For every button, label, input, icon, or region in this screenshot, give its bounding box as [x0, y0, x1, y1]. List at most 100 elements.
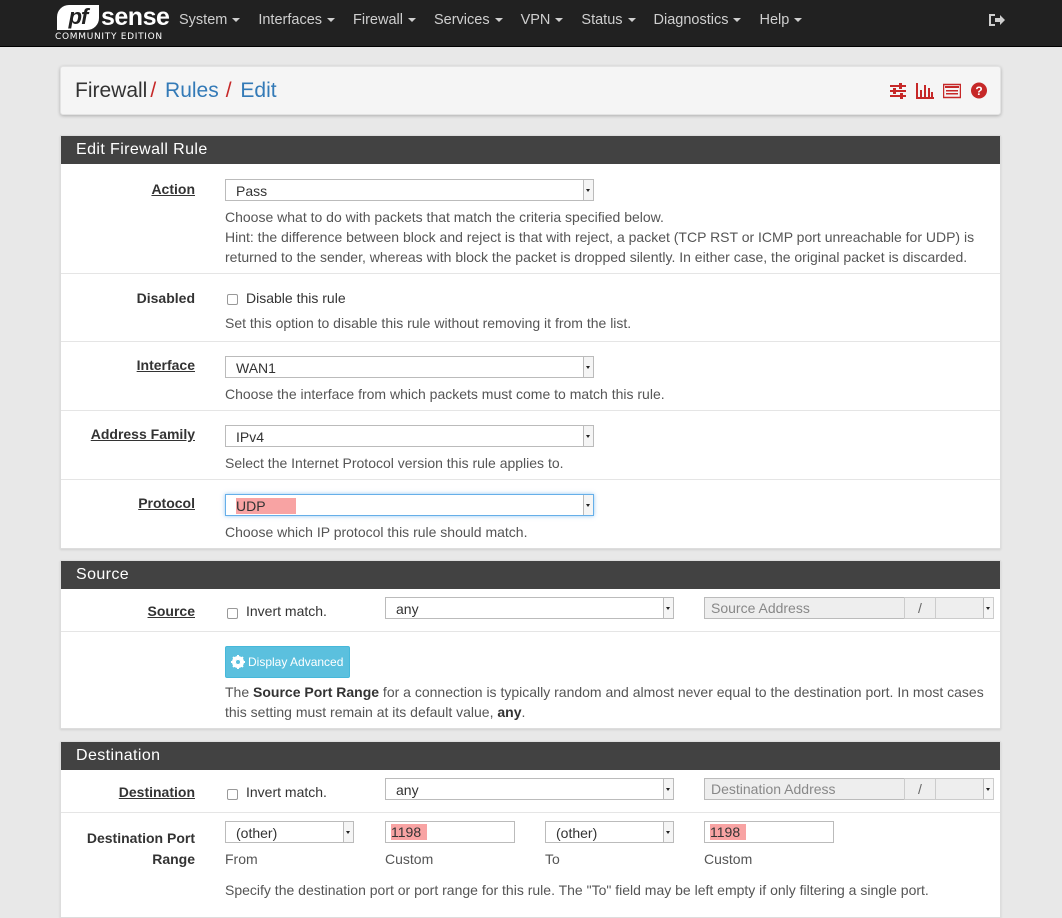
- source-slash: /: [904, 597, 936, 619]
- port-from-select[interactable]: (other): [225, 821, 354, 843]
- destination-port-help: Specify the destination port or port ran…: [225, 882, 929, 898]
- address-family-row: Address Family IPv4 Select the Internet …: [61, 411, 1000, 480]
- select-arrow-icon: [583, 357, 593, 377]
- question-circle-icon[interactable]: ?: [970, 82, 988, 99]
- destination-address-input[interactable]: Destination Address: [704, 778, 905, 800]
- source-panel: Source Source Invert match. any Source A…: [60, 560, 1001, 729]
- source-row: Source Invert match. any Source Address …: [61, 589, 1000, 632]
- source-advanced-row: Display Advanced The Source Port Range f…: [61, 632, 1000, 728]
- port-to-custom-sublabel: Custom: [704, 851, 753, 867]
- destination-type-select[interactable]: any: [385, 778, 674, 800]
- destination-port-range-label: Destination Port Range: [86, 830, 195, 867]
- source-mask-select[interactable]: [935, 597, 994, 619]
- disable-rule-checkbox[interactable]: [227, 294, 238, 305]
- panel-title: Edit Firewall Rule: [61, 136, 1000, 164]
- destination-label: Destination: [118, 784, 195, 800]
- port-from-custom-sublabel: Custom: [385, 851, 434, 867]
- list-icon[interactable]: [942, 82, 962, 99]
- port-from-custom-input[interactable]: 1198: [385, 821, 515, 843]
- menu-services[interactable]: Services: [425, 0, 512, 40]
- source-type-select[interactable]: any: [385, 597, 674, 619]
- protocol-label: Protocol: [138, 495, 195, 511]
- menu-help[interactable]: Help: [750, 0, 811, 40]
- caret-down-icon: [232, 18, 241, 23]
- protocol-help: Choose which IP protocol this rule shoul…: [225, 524, 528, 540]
- select-arrow-icon: [583, 426, 593, 446]
- destination-slash: /: [904, 778, 936, 800]
- action-row: Action Pass Choose what to do with packe…: [61, 164, 1000, 274]
- display-advanced-button[interactable]: Display Advanced: [225, 646, 350, 678]
- gear-icon: [231, 655, 245, 669]
- caret-down-icon: [407, 18, 416, 23]
- menu-status[interactable]: Status: [572, 0, 644, 40]
- disabled-label: Disabled: [136, 290, 195, 306]
- breadcrumb-edit-link[interactable]: Edit: [240, 79, 276, 102]
- source-invert-label[interactable]: Invert match.: [246, 603, 327, 619]
- source-address-input[interactable]: Source Address: [704, 597, 905, 619]
- menu-interfaces[interactable]: Interfaces: [249, 0, 344, 40]
- destination-invert-label[interactable]: Invert match.: [246, 784, 327, 800]
- caret-down-icon: [627, 18, 636, 23]
- protocol-select[interactable]: UDP: [225, 494, 594, 516]
- breadcrumb-separator: /: [150, 79, 157, 102]
- select-arrow-icon: [343, 822, 353, 842]
- edit-rule-panel: Edit Firewall Rule Action Pass Choose wh…: [60, 135, 1001, 549]
- caret-down-icon: [494, 18, 503, 23]
- interface-label: Interface: [136, 357, 195, 373]
- panel-title: Source: [61, 561, 1000, 589]
- interface-help: Choose the interface from which packets …: [225, 386, 665, 402]
- protocol-row: Protocol UDP Choose which IP protocol th…: [61, 480, 1000, 548]
- select-arrow-icon: [983, 598, 993, 618]
- main-menu: System Interfaces Firewall Services VPN …: [170, 0, 811, 40]
- interface-select[interactable]: WAN1: [225, 356, 594, 378]
- destination-mask-select[interactable]: [935, 778, 994, 800]
- address-family-help: Select the Internet Protocol version thi…: [225, 455, 564, 471]
- action-label: Action: [151, 181, 195, 197]
- source-invert-checkbox[interactable]: [227, 608, 238, 619]
- source-label: Source: [147, 603, 195, 619]
- menu-diagnostics[interactable]: Diagnostics: [645, 0, 751, 40]
- interface-row: Interface WAN1 Choose the interface from…: [61, 342, 1000, 411]
- menu-vpn[interactable]: VPN: [512, 0, 573, 40]
- logo-pf-mark: pf: [57, 5, 99, 30]
- disabled-help: Set this option to disable this rule wit…: [225, 315, 632, 331]
- select-arrow-icon: [663, 822, 673, 842]
- select-arrow-icon: [663, 598, 673, 618]
- breadcrumb: Firewall / Rules / Edit ?: [60, 66, 1001, 115]
- logo-wordmark: sense: [101, 3, 170, 31]
- caret-down-icon: [794, 18, 803, 23]
- select-arrow-icon: [583, 180, 593, 200]
- disabled-row: Disabled Disable this rule Set this opti…: [61, 274, 1000, 342]
- sliders-icon[interactable]: [889, 82, 907, 99]
- destination-invert-checkbox[interactable]: [227, 789, 238, 800]
- sign-out-icon[interactable]: [988, 12, 1006, 28]
- action-select[interactable]: Pass: [225, 179, 594, 201]
- panel-title: Destination: [61, 742, 1000, 770]
- breadcrumb-separator: /: [225, 79, 232, 102]
- caret-down-icon: [555, 18, 564, 23]
- source-port-help: The Source Port Range for a connection i…: [225, 684, 984, 720]
- port-to-select[interactable]: (other): [545, 821, 674, 843]
- port-from-sublabel: From: [225, 851, 258, 867]
- breadcrumb-rules-link[interactable]: Rules: [165, 79, 219, 102]
- breadcrumb-firewall: Firewall: [75, 79, 148, 102]
- select-arrow-icon: [663, 779, 673, 799]
- address-family-label: Address Family: [90, 426, 195, 442]
- disable-rule-checkbox-label[interactable]: Disable this rule: [246, 290, 346, 306]
- bar-chart-icon[interactable]: [916, 82, 934, 99]
- caret-down-icon: [733, 18, 742, 23]
- destination-port-row: Destination Port Range (other) 1198 (oth…: [61, 813, 1000, 917]
- pfsense-logo[interactable]: pf sense COMMUNITY EDITION: [55, 3, 170, 43]
- address-family-select[interactable]: IPv4: [225, 425, 594, 447]
- svg-text:?: ?: [975, 84, 982, 98]
- edition-label: COMMUNITY EDITION: [55, 32, 163, 42]
- port-to-custom-input[interactable]: 1198: [704, 821, 834, 843]
- menu-system[interactable]: System: [170, 0, 249, 40]
- top-navbar: pf sense COMMUNITY EDITION System Interf…: [0, 0, 1062, 47]
- menu-firewall[interactable]: Firewall: [344, 0, 425, 40]
- caret-down-icon: [327, 18, 336, 23]
- port-to-sublabel: To: [545, 851, 560, 867]
- select-arrow-icon: [983, 779, 993, 799]
- action-help: Choose what to do with packets that matc…: [225, 209, 975, 265]
- destination-row: Destination Invert match. any Destinatio…: [61, 770, 1000, 813]
